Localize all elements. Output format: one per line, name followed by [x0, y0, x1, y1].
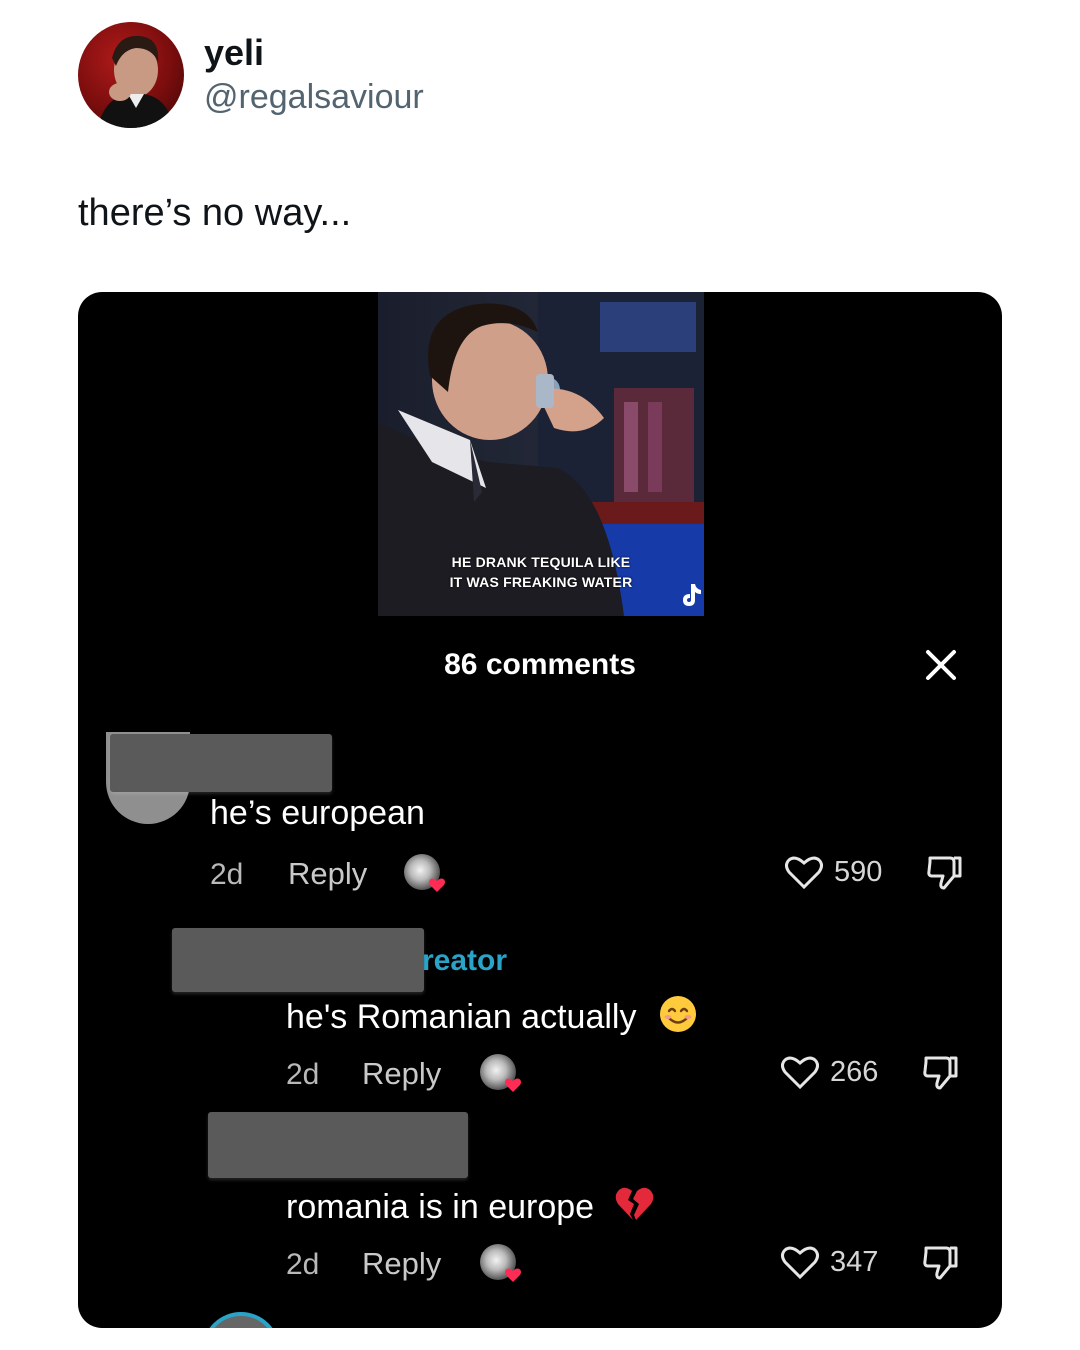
video-caption-line-2: IT WAS FREAKING WATER [449, 574, 633, 590]
creator-liked-badge [404, 854, 448, 898]
like-count: 347 [830, 1246, 879, 1278]
creator-label: reator [422, 944, 508, 977]
redacted-username [208, 1112, 468, 1178]
reply-button[interactable]: Reply [362, 1246, 441, 1282]
comment-text: he's Romanian actually [286, 994, 698, 1037]
broken-heart-emoji [614, 1184, 654, 1224]
display-name[interactable]: yeli [204, 32, 264, 74]
comment-text-body: romania is in europe [286, 1188, 595, 1226]
comment-age: 2d [286, 1248, 320, 1281]
comment-text: romania is in europe [286, 1184, 654, 1227]
video-thumbnail[interactable]: HE DRANK TEQUILA LIKE IT WAS FREAKING WA… [378, 292, 704, 616]
dislike-icon[interactable] [924, 852, 966, 894]
comment-text-body: he's Romanian actually [286, 998, 637, 1036]
next-commenter-avatar[interactable] [202, 1312, 280, 1328]
embedded-screenshot[interactable]: HE DRANK TEQUILA LIKE IT WAS FREAKING WA… [78, 292, 1002, 1328]
heart-badge-icon [505, 1268, 521, 1282]
reply-button[interactable]: Reply [362, 1056, 441, 1092]
avatar-photo [98, 35, 174, 128]
like-heart-icon[interactable] [780, 1054, 820, 1090]
creator-liked-badge [480, 1244, 524, 1288]
redacted-username [172, 928, 424, 992]
like-count: 590 [834, 856, 883, 888]
reply-button[interactable]: Reply [288, 856, 367, 892]
author-avatar[interactable] [78, 22, 184, 128]
smiling-face-emoji [658, 994, 698, 1034]
dislike-icon[interactable] [920, 1052, 962, 1094]
comment-text: he’s european [210, 794, 425, 832]
like-heart-icon[interactable] [784, 854, 824, 890]
dislike-icon[interactable] [920, 1242, 962, 1284]
comments-count-title: 86 comments [444, 648, 636, 681]
video-caption-line-1: HE DRANK TEQUILA LIKE [451, 554, 631, 570]
like-heart-icon[interactable] [780, 1244, 820, 1280]
comment-age: 2d [210, 858, 244, 891]
tiktok-logo-icon [683, 584, 701, 606]
comment-age: 2d [286, 1058, 320, 1091]
user-handle[interactable]: @regalsaviour [204, 78, 424, 117]
tweet-text: there’s no way... [78, 192, 352, 234]
creator-liked-badge [480, 1054, 524, 1098]
heart-badge-icon [505, 1078, 521, 1092]
close-icon[interactable] [924, 648, 958, 682]
redacted-username [110, 734, 332, 792]
like-count: 266 [830, 1056, 879, 1088]
heart-badge-icon [429, 878, 445, 892]
